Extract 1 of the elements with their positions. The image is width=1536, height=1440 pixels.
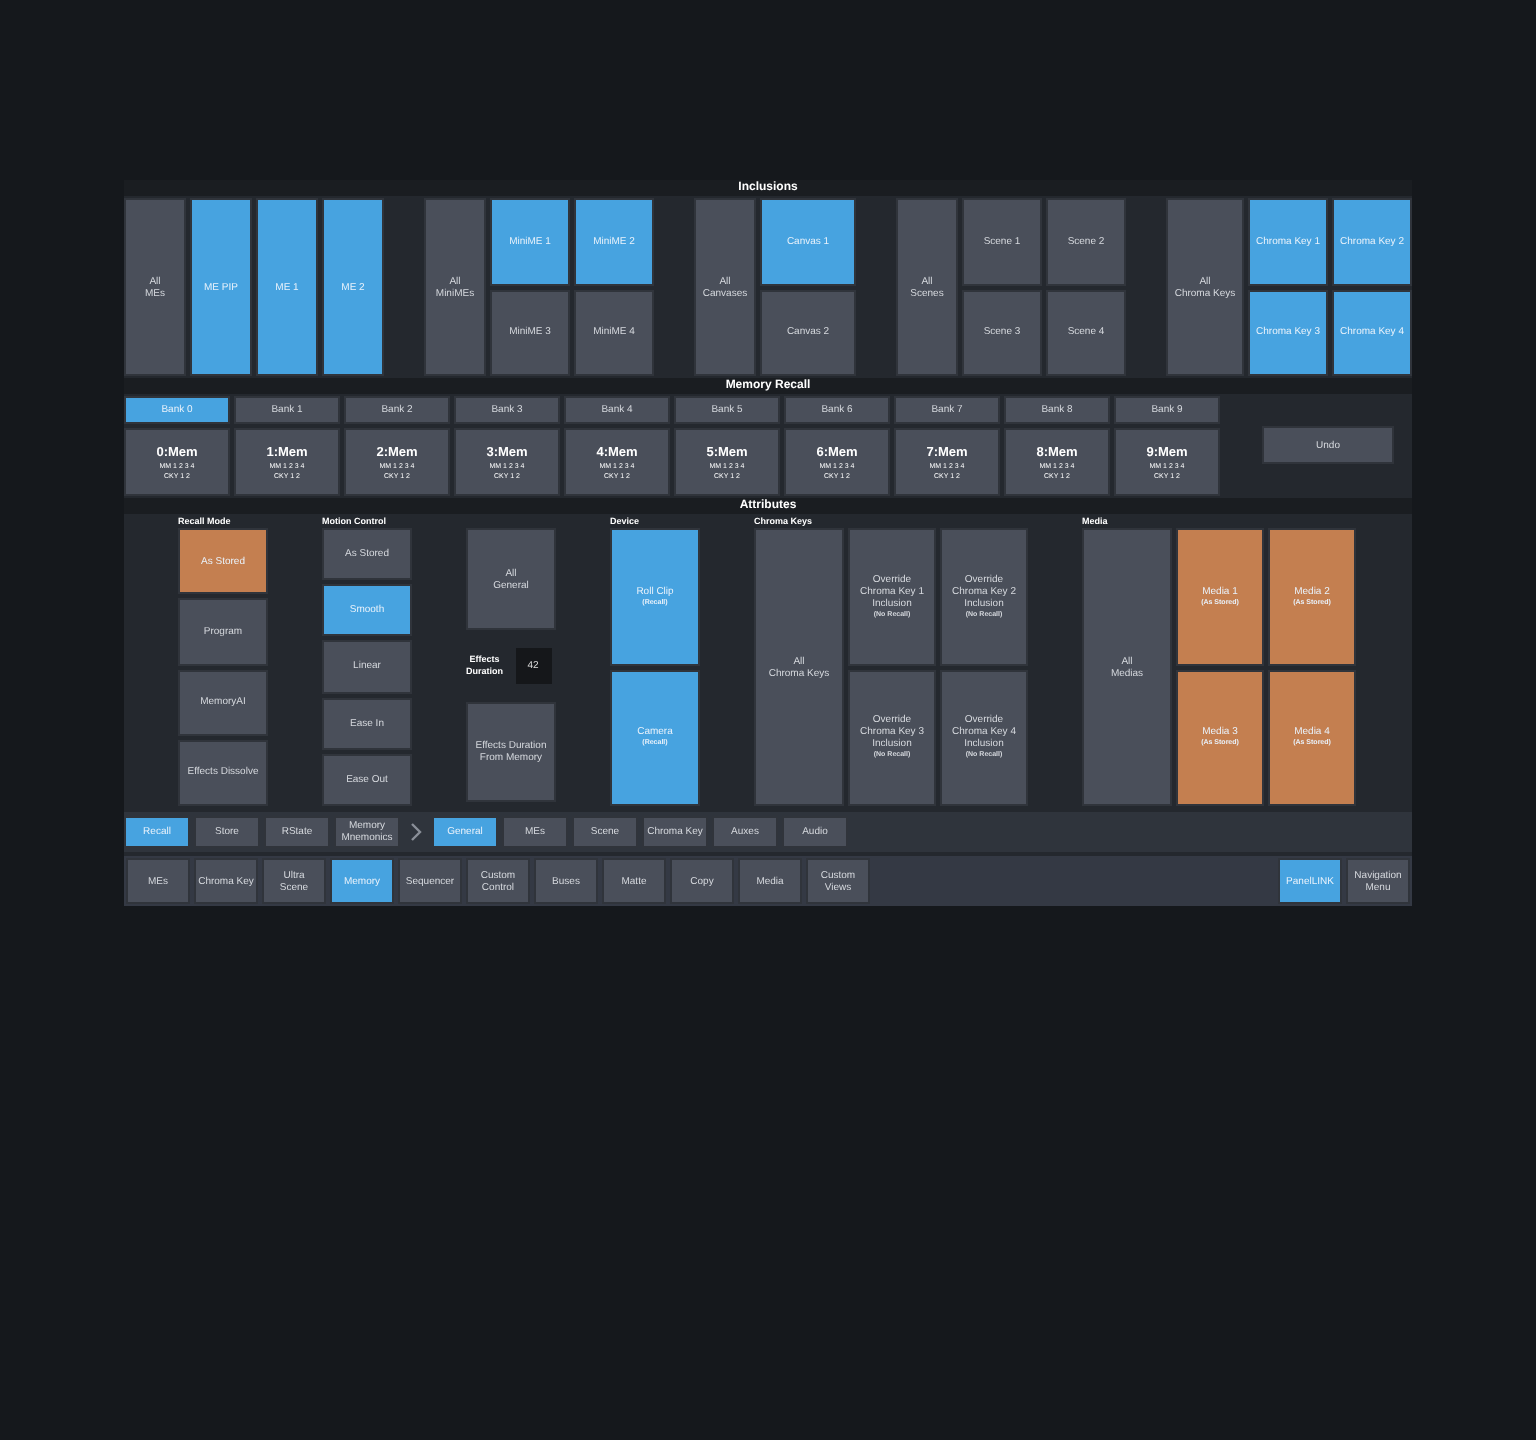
chevron-right-icon — [408, 822, 424, 842]
